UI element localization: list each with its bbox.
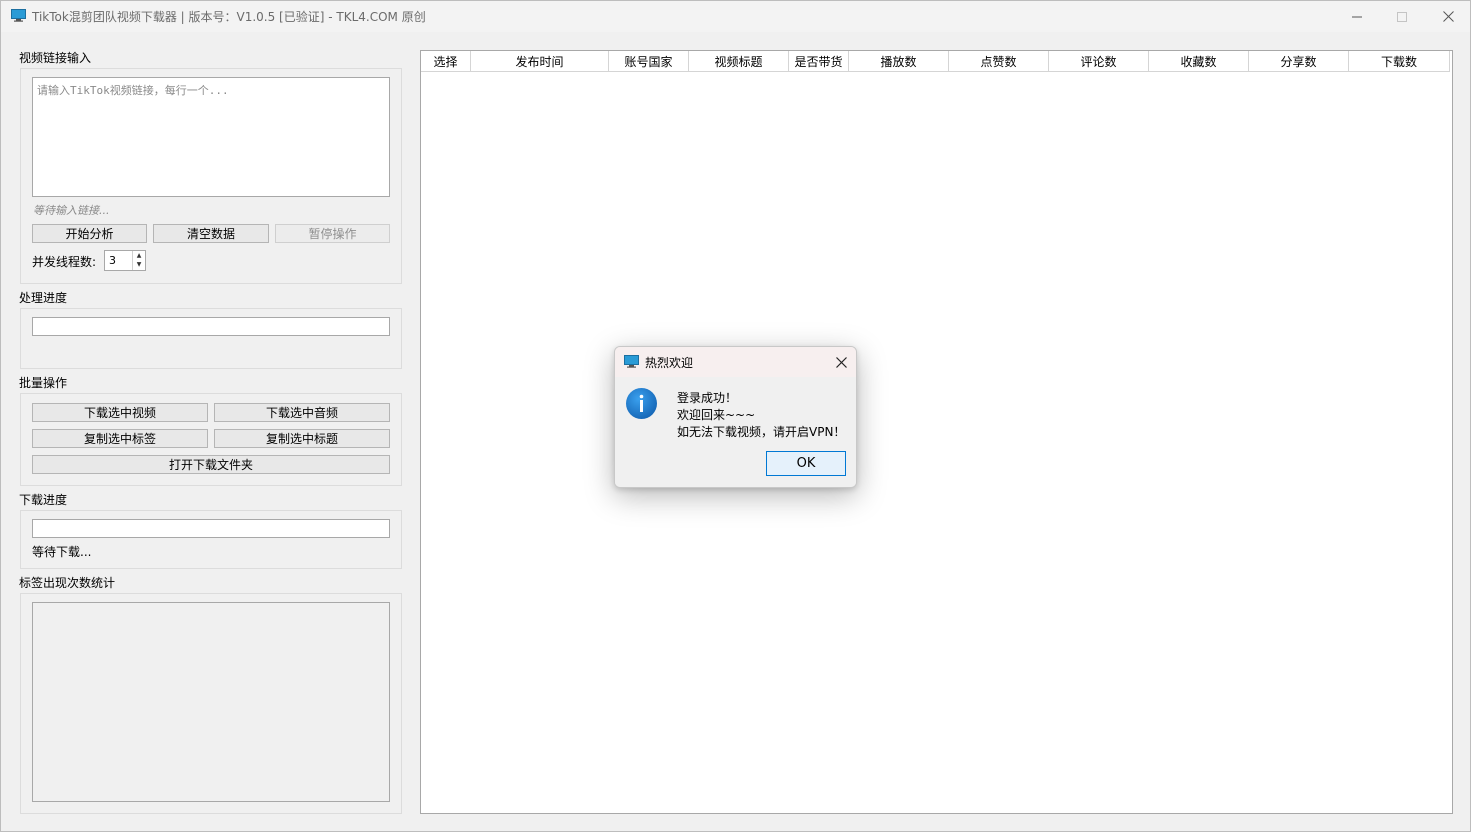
dialog-message-line: 如无法下载视频，请开启VPN！ [677, 425, 846, 439]
info-icon [625, 387, 658, 420]
download-status-text: 等待下载... [32, 545, 92, 559]
threads-spinbox[interactable]: 3 ▲ ▼ [104, 250, 146, 271]
download-audio-button[interactable]: 下载选中音频 [214, 403, 390, 422]
close-button[interactable] [1425, 1, 1471, 32]
dialog-title: 热烈欢迎 [645, 356, 694, 370]
maximize-button[interactable] [1379, 1, 1425, 32]
ok-button[interactable]: OK [766, 451, 846, 476]
column-header-ecommerce[interactable]: 是否带货 [789, 51, 849, 72]
threads-value: 3 [109, 254, 116, 267]
column-header-country[interactable]: 账号国家 [609, 51, 689, 72]
dialog-message-line: 登录成功！ [677, 391, 738, 405]
copy-tags-button[interactable]: 复制选中标签 [32, 429, 208, 448]
download-section-label: 下载进度 [19, 493, 68, 507]
column-header-select[interactable]: 选择 [421, 51, 471, 72]
monitor-icon [11, 9, 26, 22]
column-header-comments[interactable]: 评论数 [1049, 51, 1149, 72]
window-title: TikTok混剪团队视频下载器 | 版本号：V1.0.5 [已验证] - TKL… [32, 10, 426, 24]
input-section-label: 视频链接输入 [19, 51, 92, 65]
column-header-favorites[interactable]: 收藏数 [1149, 51, 1249, 72]
dialog-body: 登录成功！ 欢迎回来~~~ 如无法下载视频，请开启VPN！ OK [615, 377, 856, 487]
copy-titles-button[interactable]: 复制选中标题 [214, 429, 390, 448]
open-folder-button[interactable]: 打开下载文件夹 [32, 455, 390, 474]
input-status-text: 等待输入链接... [33, 204, 110, 217]
column-header-downloads[interactable]: 下载数 [1349, 51, 1450, 72]
minimize-icon [1352, 16, 1362, 17]
pause-button[interactable]: 暂停操作 [275, 224, 390, 243]
progress-section-label: 处理进度 [19, 291, 68, 305]
clear-data-button[interactable]: 清空数据 [153, 224, 269, 243]
column-header-plays[interactable]: 播放数 [849, 51, 949, 72]
column-header-likes[interactable]: 点赞数 [949, 51, 1049, 72]
spin-down-icon[interactable]: ▼ [133, 260, 145, 269]
tag-stats-list[interactable] [32, 602, 390, 802]
results-table[interactable]: 选择 发布时间 账号国家 视频标题 是否带货 播放数 点赞数 评论数 收藏数 分… [420, 50, 1453, 814]
processing-progress-bar [32, 317, 390, 336]
column-header-shares[interactable]: 分享数 [1249, 51, 1349, 72]
download-video-button[interactable]: 下载选中视频 [32, 403, 208, 422]
maximize-icon [1397, 11, 1407, 22]
start-analysis-button[interactable]: 开始分析 [32, 224, 147, 243]
table-header: 选择 发布时间 账号国家 视频标题 是否带货 播放数 点赞数 评论数 收藏数 分… [421, 51, 1450, 72]
download-progress-bar [32, 519, 390, 538]
spin-arrows[interactable]: ▲ ▼ [132, 251, 145, 270]
spin-up-icon[interactable]: ▲ [133, 251, 145, 260]
column-header-publish-time[interactable]: 发布时间 [471, 51, 609, 72]
tag-stats-label: 标签出现次数统计 [19, 576, 116, 590]
app-window: TikTok混剪团队视频下载器 | 版本号：V1.0.5 [已验证] - TKL… [0, 0, 1471, 832]
welcome-dialog: 热烈欢迎 登录成功！ 欢迎回来~~~ 如无法下载视频，请开启VPN！ OK [614, 346, 857, 488]
monitor-icon [624, 355, 639, 368]
batch-section-label: 批量操作 [19, 376, 68, 390]
dialog-title-bar[interactable]: 热烈欢迎 [615, 347, 856, 377]
close-icon [835, 356, 847, 368]
dialog-close-button[interactable] [832, 353, 850, 371]
title-bar[interactable]: TikTok混剪团队视频下载器 | 版本号：V1.0.5 [已验证] - TKL… [1, 1, 1470, 32]
close-icon [1442, 11, 1454, 22]
minimize-button[interactable] [1334, 1, 1380, 32]
link-input[interactable]: 请输入TikTok视频链接，每行一个... [32, 77, 390, 197]
threads-label: 并发线程数: [32, 255, 97, 269]
column-header-title[interactable]: 视频标题 [689, 51, 789, 72]
dialog-message-line: 欢迎回来~~~ [677, 408, 756, 422]
